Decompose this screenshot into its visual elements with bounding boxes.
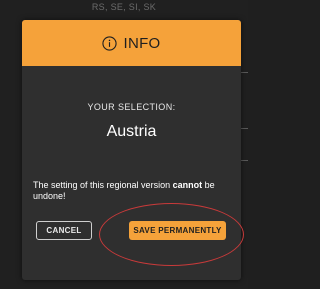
selection-value: Austria	[106, 123, 157, 140]
warning-text: The setting of this regional version can…	[33, 180, 233, 202]
dialog-body: YOUR SELECTION: Austria The setting of t…	[22, 66, 241, 280]
info-dialog: INFO YOUR SELECTION: Austria The setting…	[22, 20, 241, 280]
info-circle-icon	[102, 35, 118, 51]
warning-text-start: The setting of this regional version	[33, 180, 173, 190]
screen: RS, SE, SI, SK INFO YOUR SELECTION: Aust…	[0, 0, 248, 289]
dialog-header: INFO	[22, 20, 241, 66]
background-divider	[241, 160, 248, 161]
background-divider	[241, 128, 248, 129]
save-permanently-button[interactable]: SAVE PERMANENTLY	[129, 221, 226, 240]
selection-label: YOUR SELECTION:	[87, 102, 176, 112]
cancel-button[interactable]: CANCEL	[36, 221, 92, 240]
background-country-list: RS, SE, SI, SK	[91, 2, 157, 12]
background-divider	[241, 72, 248, 73]
warning-emphasis: cannot	[172, 180, 203, 190]
dialog-title: INFO	[123, 34, 161, 52]
